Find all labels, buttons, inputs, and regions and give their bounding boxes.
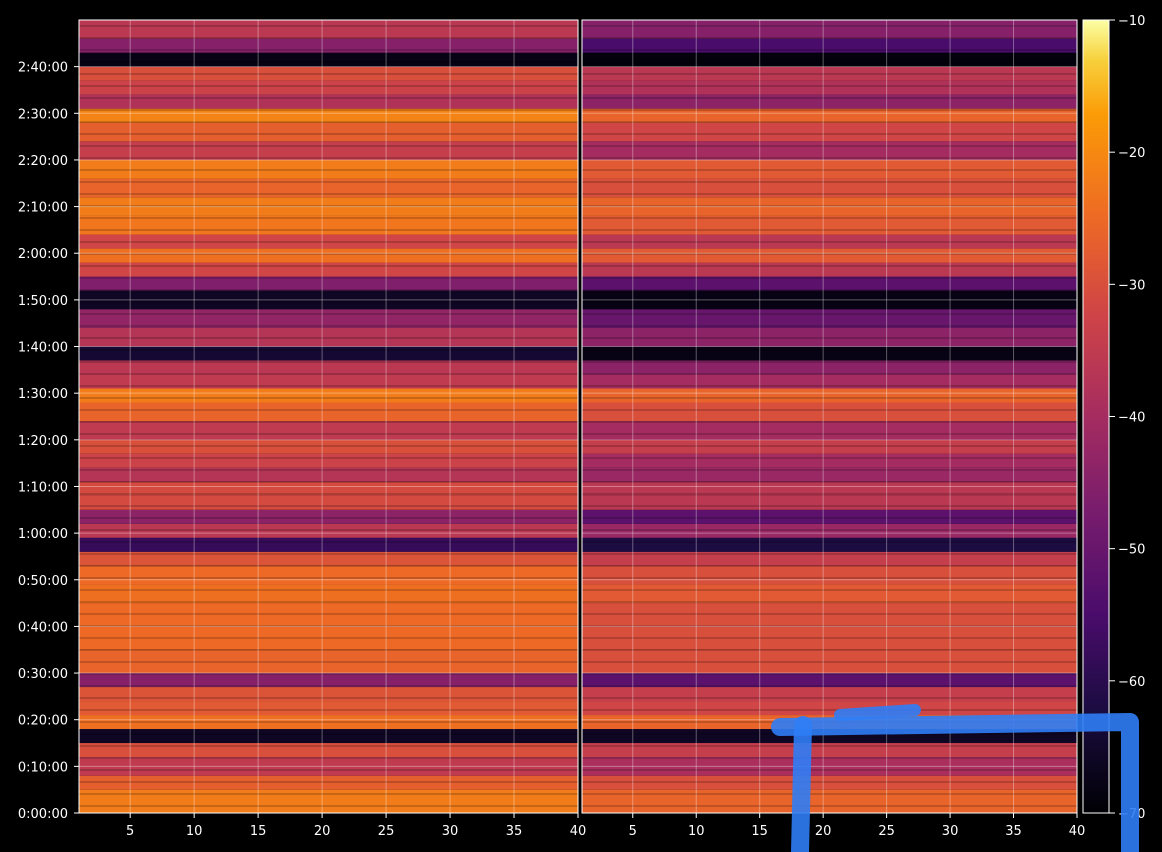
heat-band <box>582 495 1077 510</box>
heat-band <box>582 248 1077 263</box>
heat-band <box>79 402 578 422</box>
y-tick-label: 0:20:00 <box>18 714 68 729</box>
heat-band <box>582 20 1077 39</box>
y-tick-label: 0:30:00 <box>18 667 68 682</box>
annotation-stroke-vertical <box>791 716 812 852</box>
x-tick-label: 40 <box>570 824 587 839</box>
colorbar: −70−60−50−40−30−20−10 <box>1082 14 1145 822</box>
heat-band <box>582 509 1077 524</box>
heat-band <box>79 262 578 277</box>
heat-band <box>582 402 1077 422</box>
heat-band <box>582 388 1077 403</box>
y-tick-label: 2:40:00 <box>18 61 68 76</box>
colorbar-tick-label: −40 <box>1118 411 1145 426</box>
y-tick-label: 2:30:00 <box>18 107 68 122</box>
x-tick-label: 35 <box>506 824 523 839</box>
y-tick-label: 0:10:00 <box>18 760 68 775</box>
heat-band <box>582 421 1077 440</box>
heat-band <box>79 52 578 67</box>
heat-band <box>79 80 578 95</box>
heat-band <box>582 52 1077 67</box>
heat-band <box>582 80 1077 95</box>
heat-band <box>79 509 578 524</box>
y-tick-label: 1:50:00 <box>18 294 68 309</box>
heat-band <box>582 673 1077 688</box>
y-tick-label: 2:20:00 <box>18 154 68 169</box>
heatmap-panel-right <box>582 20 1077 813</box>
y-tick-label: 0:40:00 <box>18 620 68 635</box>
x-tick-label: 5 <box>629 824 637 839</box>
heat-band <box>79 565 578 585</box>
heat-band <box>79 20 578 39</box>
x-tick-label: 15 <box>250 824 267 839</box>
y-tick-label: 1:30:00 <box>18 387 68 402</box>
heat-band <box>79 94 578 109</box>
heat-band <box>79 495 578 510</box>
y-tick-label: 1:40:00 <box>18 341 68 356</box>
colorbar-tick-label: −50 <box>1118 543 1145 558</box>
x-tick-label: 5 <box>126 824 134 839</box>
heat-band <box>79 122 578 142</box>
colorbar-tick-label: −20 <box>1118 146 1145 161</box>
colorbar-tick-label: −30 <box>1118 278 1145 293</box>
heat-band <box>79 701 578 716</box>
x-tick-label: 35 <box>1005 824 1022 839</box>
x-tick-label: 30 <box>442 824 459 839</box>
x-tick-label: 20 <box>815 824 832 839</box>
colorbar-tick-label: −10 <box>1118 14 1145 29</box>
heat-band <box>582 122 1077 142</box>
heat-band <box>582 584 1077 604</box>
y-tick-label: 2:00:00 <box>18 247 68 262</box>
heat-band <box>79 729 578 744</box>
heat-band <box>79 584 578 604</box>
heat-band <box>79 346 578 361</box>
colorbar-gradient <box>1082 19 1110 814</box>
heat-band <box>79 421 578 440</box>
spectrogram-chart: 5 10 15 20 25 30 35 40 5 10 15 20 25 30 35 40 0:00:00 0:1… <box>18 14 1145 852</box>
y-tick-label: 2:10:00 <box>18 201 68 216</box>
heat-band <box>582 346 1077 361</box>
heat-band <box>582 537 1077 552</box>
x-tick-label: 30 <box>942 824 959 839</box>
x-tick-label: 40 <box>1069 824 1086 839</box>
heat-band <box>79 453 578 468</box>
x-tick-label: 25 <box>878 824 895 839</box>
heatmap-panel-left <box>79 20 578 813</box>
heat-band <box>79 673 578 688</box>
x-tick-label: 10 <box>186 824 203 839</box>
y-tick-label: 1:00:00 <box>18 527 68 542</box>
annotation-stroke-top <box>834 704 921 721</box>
x-tick-label: 10 <box>688 824 705 839</box>
colorbar-tick-label: −60 <box>1118 675 1145 690</box>
heat-band <box>582 262 1077 277</box>
x-tick-label: 15 <box>751 824 768 839</box>
y-tick-label: 1:10:00 <box>18 480 68 495</box>
x-tick-label: 20 <box>314 824 331 839</box>
heat-band <box>582 701 1077 716</box>
y-tick-label: 1:20:00 <box>18 434 68 449</box>
heat-band <box>79 248 578 263</box>
heat-band <box>582 94 1077 109</box>
heat-band <box>79 537 578 552</box>
heat-band <box>582 453 1077 468</box>
y-tick-label: 0:00:00 <box>18 807 68 822</box>
y-tick-label: 0:50:00 <box>18 574 68 589</box>
x-tick-label: 25 <box>378 824 395 839</box>
heat-band <box>582 565 1077 585</box>
heat-band <box>79 388 578 403</box>
